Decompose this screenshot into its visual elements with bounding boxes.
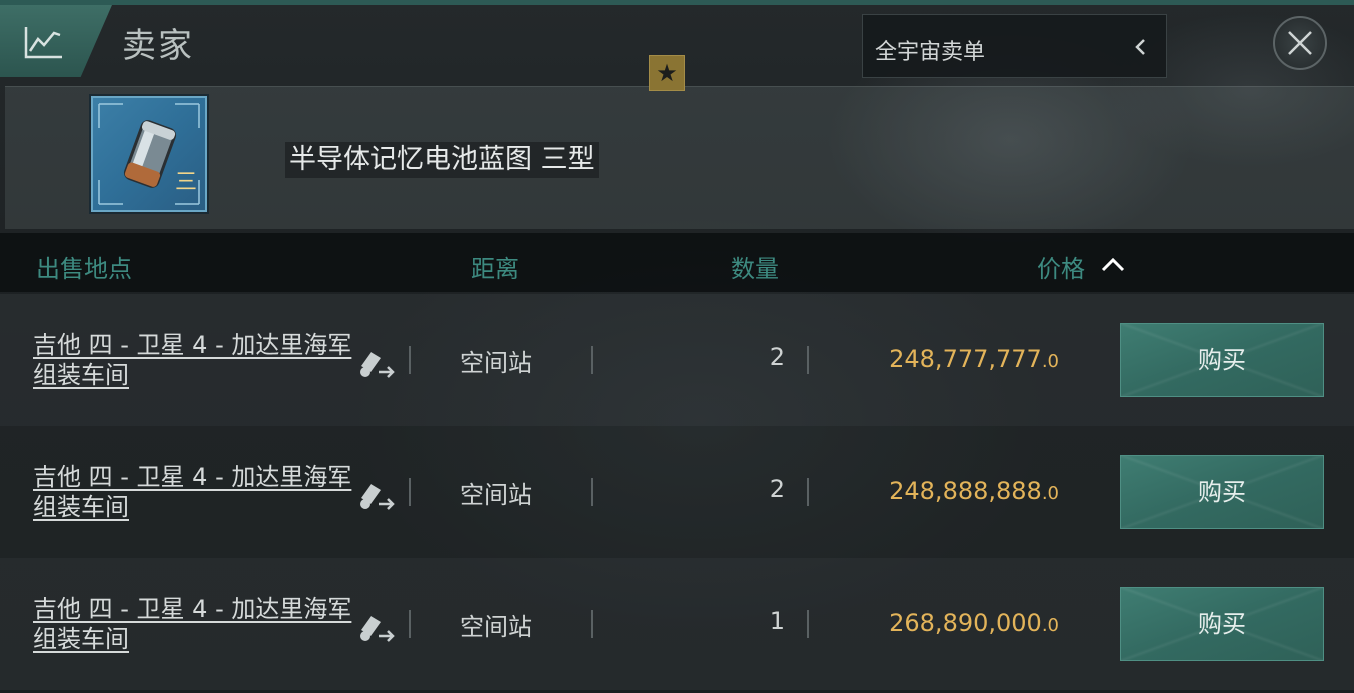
distance-cell: 空间站 bbox=[460, 613, 532, 641]
close-button[interactable] bbox=[1273, 16, 1327, 70]
column-price[interactable]: 价格 bbox=[1037, 249, 1085, 284]
chevron-left-icon bbox=[1135, 39, 1145, 55]
item-thumbnail[interactable]: 三 bbox=[91, 96, 207, 212]
buy-button[interactable]: 购买 bbox=[1120, 587, 1324, 661]
sell-location-link[interactable]: 吉他 四 - 卫星 4 - 加达里海军 组装车间 bbox=[33, 594, 353, 654]
quantity-cell: 2 bbox=[769, 343, 785, 371]
item-banner: 三 半导体记忆电池蓝图 三型 bbox=[5, 86, 1354, 229]
close-icon bbox=[1288, 31, 1312, 55]
table-row[interactable]: 吉他 四 - 卫星 4 - 加达里海军 组装车间 空间站 2 248,888,8… bbox=[0, 426, 1354, 558]
divider bbox=[409, 346, 411, 374]
favorite-star-icon[interactable]: ★ bbox=[649, 55, 685, 91]
chevron-up-icon[interactable] bbox=[1100, 255, 1126, 273]
route-icon[interactable] bbox=[355, 474, 399, 514]
divider bbox=[409, 478, 411, 506]
divider bbox=[591, 610, 593, 638]
table-row[interactable]: 吉他 四 - 卫星 4 - 加达里海军 组装车间 空间站 2 248,777,7… bbox=[0, 294, 1354, 426]
price-decimal: .0 bbox=[1041, 351, 1059, 372]
sell-location-link[interactable]: 吉他 四 - 卫星 4 - 加达里海军 组装车间 bbox=[33, 330, 353, 390]
route-icon[interactable] bbox=[355, 342, 399, 382]
column-quantity[interactable]: 数量 bbox=[731, 249, 779, 284]
divider bbox=[807, 346, 809, 374]
buy-button-label: 购买 bbox=[1198, 478, 1246, 506]
page-title: 卖家 bbox=[122, 26, 194, 66]
order-scope-dropdown[interactable]: 全宇宙卖单 bbox=[862, 14, 1167, 78]
distance-cell: 空间站 bbox=[460, 349, 532, 377]
table-row[interactable]: 吉他 四 - 卫星 4 - 加达里海军 组装车间 空间站 1 268,890,0… bbox=[0, 558, 1354, 690]
price-decimal: .0 bbox=[1041, 483, 1059, 504]
buy-button[interactable]: 购买 bbox=[1120, 323, 1324, 397]
divider bbox=[591, 478, 593, 506]
tier-badge: 三 bbox=[174, 170, 197, 195]
quantity-cell: 1 bbox=[769, 607, 785, 635]
divider bbox=[807, 610, 809, 638]
top-accent-line bbox=[0, 0, 1354, 5]
order-scope-selected: 全宇宙卖单 bbox=[875, 40, 986, 65]
price-integer: 248,888,888 bbox=[889, 477, 1042, 505]
price-decimal: .0 bbox=[1041, 615, 1059, 636]
divider bbox=[409, 610, 411, 638]
buy-button[interactable]: 购买 bbox=[1120, 455, 1324, 529]
price-integer: 268,890,000 bbox=[889, 609, 1042, 637]
quantity-cell: 2 bbox=[769, 475, 785, 503]
price-cell: 248,777,777.0 bbox=[889, 345, 1059, 373]
buy-button-label: 购买 bbox=[1198, 346, 1246, 374]
price-cell: 268,890,000.0 bbox=[889, 609, 1059, 637]
buy-button-label: 购买 bbox=[1198, 610, 1246, 638]
column-distance[interactable]: 距离 bbox=[471, 249, 519, 284]
divider bbox=[807, 478, 809, 506]
divider bbox=[591, 346, 593, 374]
price-integer: 248,777,777 bbox=[889, 345, 1042, 373]
distance-cell: 空间站 bbox=[460, 481, 532, 509]
item-name: 半导体记忆电池蓝图 三型 bbox=[285, 142, 599, 178]
sell-location-link[interactable]: 吉他 四 - 卫星 4 - 加达里海军 组装车间 bbox=[33, 462, 353, 522]
table-header: 出售地点 距离 数量 价格 bbox=[0, 233, 1354, 292]
column-location[interactable]: 出售地点 bbox=[36, 249, 132, 284]
price-cell: 248,888,888.0 bbox=[889, 477, 1059, 505]
chart-icon bbox=[24, 27, 62, 59]
route-icon[interactable] bbox=[355, 606, 399, 646]
